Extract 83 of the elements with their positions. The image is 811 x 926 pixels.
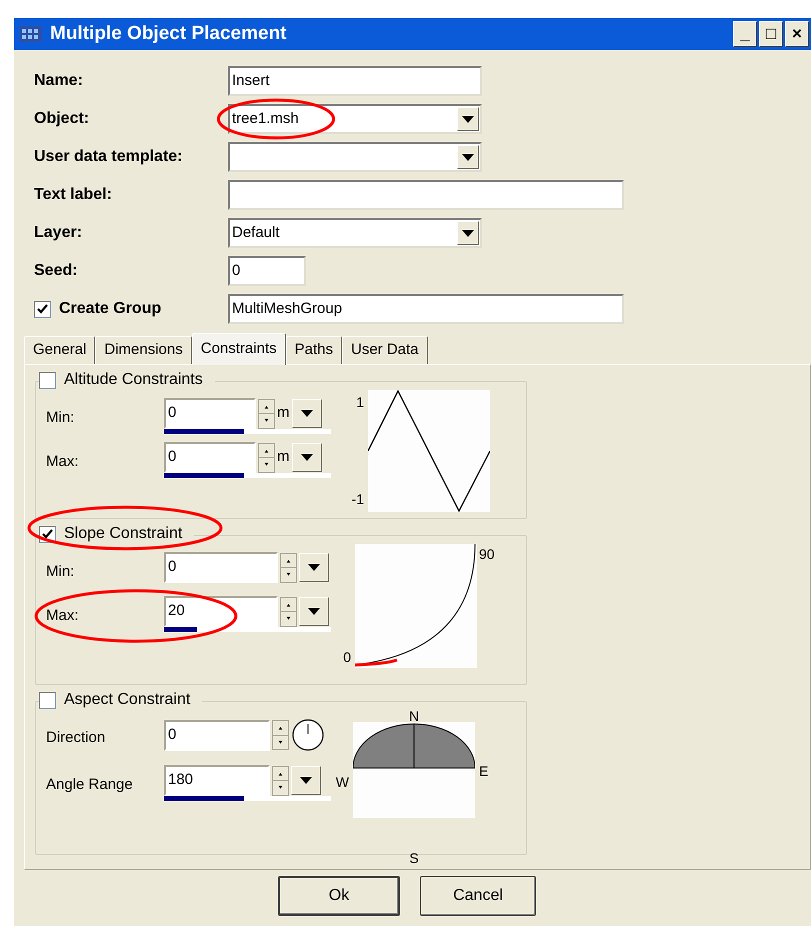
tab[interactable]: User Data: [342, 336, 428, 364]
caret-icon: [300, 777, 312, 784]
number-field[interactable]: 0: [164, 720, 270, 750]
dropdown-field[interactable]: Default: [228, 218, 482, 248]
caret-icon: [300, 454, 312, 461]
field-label: Layer:: [34, 223, 84, 243]
number-field[interactable]: 20: [164, 596, 278, 627]
checkbox[interactable]: [34, 300, 51, 318]
field-value: 20: [167, 601, 186, 622]
field-value: MultiMeshGroup: [231, 298, 344, 319]
checkmark-icon: [42, 528, 53, 540]
checkbox[interactable]: [39, 692, 56, 708]
tab[interactable]: Dimensions: [95, 336, 192, 364]
field-label: User data template:: [34, 147, 184, 167]
field-label: Max:: [46, 453, 79, 470]
graph-label: S: [409, 850, 419, 866]
number-field[interactable]: 180: [164, 765, 270, 796]
field-label: Min:: [46, 409, 74, 426]
field-value: 0: [167, 724, 178, 745]
dropdown-button[interactable]: [292, 443, 322, 472]
tab[interactable]: Constraints: [192, 333, 286, 365]
graph-label: 1: [356, 393, 364, 412]
caret-icon: [462, 230, 474, 236]
field-value: Insert: [231, 70, 271, 91]
field-label: Min:: [46, 563, 74, 580]
field-value: tree1.msh: [231, 108, 300, 129]
text-field[interactable]: [228, 180, 624, 210]
dropdown-button[interactable]: [291, 766, 321, 795]
field-value: 0: [167, 557, 178, 578]
unit-label: m: [277, 447, 290, 468]
field-value: 0: [231, 260, 242, 281]
window-control-button[interactable]: _: [733, 21, 757, 47]
dropdown-field[interactable]: [228, 142, 482, 172]
group-title: Aspect Constraint: [64, 690, 190, 710]
graph-label: E: [479, 763, 488, 779]
dialog-button[interactable]: Ok: [278, 876, 400, 916]
number-field[interactable]: 0: [164, 442, 256, 473]
tab[interactable]: General: [24, 336, 96, 364]
dropdown-button[interactable]: [292, 399, 322, 428]
unit-label: m: [277, 403, 290, 424]
graph-label: -1: [352, 490, 364, 509]
graph-label: 90: [479, 545, 495, 564]
dropdown-field[interactable]: tree1.msh: [228, 104, 482, 134]
field-label: Seed:: [34, 261, 79, 281]
dropdown-button[interactable]: [457, 221, 479, 245]
graph-label: N: [408, 710, 420, 722]
field-label: Create Group: [59, 299, 162, 319]
caret-icon: [308, 564, 320, 571]
graph-label: W: [336, 773, 349, 792]
dropdown-button[interactable]: [299, 597, 329, 626]
field-label: Text label:: [34, 185, 113, 205]
window-control-button[interactable]: ×: [785, 21, 809, 47]
text-field[interactable]: MultiMeshGroup: [228, 294, 624, 324]
checkmark-icon: [37, 304, 48, 314]
field-label: Object:: [34, 109, 90, 129]
graph-label: 0: [343, 648, 351, 667]
tab[interactable]: Paths: [286, 336, 342, 364]
group-title: Altitude Constraints: [64, 370, 203, 390]
dialog-button[interactable]: Cancel: [420, 876, 536, 916]
dropdown-button[interactable]: [457, 145, 479, 169]
text-field[interactable]: Insert: [228, 66, 482, 96]
caret-icon: [462, 116, 474, 122]
caret-icon: [300, 410, 312, 417]
app-icon: [20, 26, 42, 42]
caret-icon: [308, 608, 320, 615]
checkbox[interactable]: [39, 372, 56, 388]
number-field[interactable]: 0: [164, 552, 278, 583]
window-control-button[interactable]: □: [759, 21, 783, 47]
field-value: Default: [231, 222, 281, 243]
field-label: Direction: [46, 729, 106, 746]
caret-icon: [462, 154, 474, 160]
field-label: Max:: [46, 607, 79, 624]
number-field[interactable]: 0: [164, 398, 256, 429]
field-value: 0: [167, 403, 178, 424]
group-title: Slope Constraint: [64, 524, 182, 544]
dropdown-button[interactable]: [299, 553, 329, 582]
window-title: Multiple Object Placement: [50, 22, 288, 46]
field-label: Name:: [34, 71, 84, 91]
field-value: 180: [167, 770, 194, 790]
dropdown-button[interactable]: [457, 107, 479, 131]
field-label: Angle Range: [46, 776, 133, 793]
field-value: 0: [167, 447, 178, 468]
text-field[interactable]: 0: [228, 256, 306, 286]
